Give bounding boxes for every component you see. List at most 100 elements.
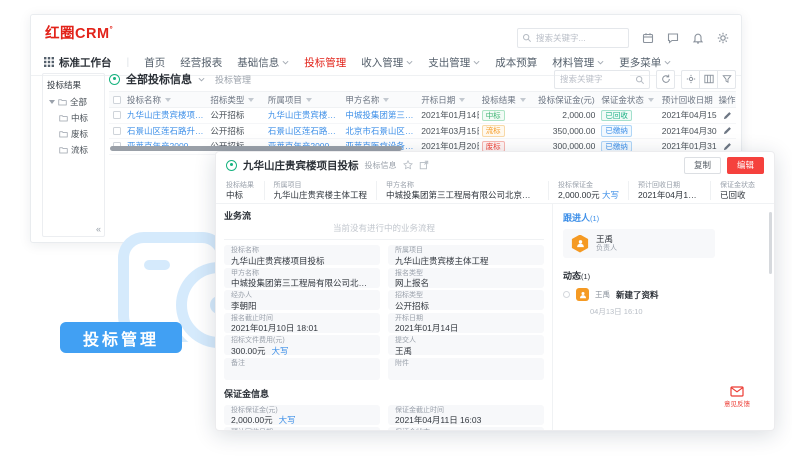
- filter-caret-icon[interactable]: [520, 98, 526, 102]
- sidebar-collapse-button[interactable]: «: [96, 224, 101, 234]
- copy-button[interactable]: 复制: [684, 157, 721, 174]
- feedback-widget[interactable]: 意见反馈: [724, 386, 750, 408]
- filter-caret-icon[interactable]: [165, 98, 171, 102]
- chevron-down-icon: [597, 60, 604, 65]
- select-all-checkbox[interactable]: [113, 96, 121, 104]
- detail-main: 业务流 当前没有进行中的业务流程 投标名称九华山庄贵宾楼项目投标 所属项目九华山…: [216, 204, 552, 430]
- filter-caret-icon[interactable]: [306, 98, 312, 102]
- search-icon: [522, 33, 532, 43]
- field-party: 甲方名称中城投集团第三工程局有限公司北京分公司: [224, 268, 380, 288]
- grid-icon: [44, 57, 54, 67]
- amount-in-words-link[interactable]: 大写: [272, 346, 289, 356]
- workflow-section: 业务流 当前没有进行中的业务流程: [224, 206, 544, 240]
- amount-in-words-link[interactable]: 大写: [602, 190, 619, 200]
- project-link[interactable]: 九华山庄贵宾楼主体工程: [268, 109, 340, 121]
- edit-button[interactable]: 编辑: [727, 157, 764, 174]
- panel-scrollbar[interactable]: [769, 212, 772, 274]
- filter-caret-icon[interactable]: [248, 98, 254, 102]
- open-date: 2021年01月14日: [418, 109, 478, 121]
- field-grid: 投标名称九华山庄贵宾楼项目投标 所属项目九华山庄贵宾楼主体工程 甲方名称中城投集…: [224, 245, 544, 380]
- edit-icon[interactable]: [723, 126, 732, 135]
- filter-icon[interactable]: [717, 70, 736, 89]
- list-toolbar: [554, 70, 736, 89]
- field-signup-type: 报名类型网上报名: [388, 268, 544, 288]
- result-badge: 中标: [482, 110, 505, 122]
- feedback-label: 意见反馈: [724, 398, 750, 408]
- refresh-icon[interactable]: [656, 70, 675, 89]
- bell-icon[interactable]: [692, 32, 704, 44]
- header-actions: [517, 28, 729, 48]
- tree-node-won[interactable]: 中标: [59, 112, 100, 124]
- star-icon[interactable]: [403, 160, 413, 170]
- summary-strip: 投标结果中标 所属项目九华山庄贵宾楼主体工程 甲方名称中城投集团第三工程局有限公…: [216, 178, 774, 204]
- bid-management-tag: 投标管理: [60, 322, 182, 353]
- party-link[interactable]: 北京市石景山区住房和城...: [345, 125, 415, 137]
- col-header-deposit: 投标保证金(元): [538, 94, 595, 106]
- amount-in-words-link[interactable]: 大写: [279, 415, 296, 425]
- col-header-recover-date: 预计回收日期: [662, 94, 713, 106]
- table-settings-group: [681, 70, 736, 89]
- edit-icon[interactable]: [723, 142, 732, 151]
- field-signup-deadline: 报名截止时间2021年01月10日 18:01: [224, 313, 380, 333]
- field-doc-fee: 招标文件费用(元) 300.00元大写: [224, 335, 380, 355]
- activity-entry: 王禹 新建了资料: [563, 288, 764, 301]
- result-badge: 流标: [482, 125, 505, 137]
- settings-gear-icon[interactable]: [681, 70, 700, 89]
- deposit-section-title: 保证金信息: [224, 387, 544, 400]
- workflow-title: 业务流: [224, 209, 251, 222]
- summary-project: 所属项目九华山庄贵宾楼主体工程: [265, 181, 378, 200]
- party-link[interactable]: 中城投集团第三工程局有...: [345, 109, 415, 121]
- deposit-field-grid: 投标保证金(元) 2,000.00元大写 保证金截止时间2021年04月11日 …: [224, 405, 544, 431]
- field-deposit-status: 保证金状态已回收: [388, 427, 544, 430]
- expand-icon[interactable]: [419, 160, 429, 170]
- status-badge: 已缴纳: [601, 125, 632, 137]
- chevron-down-icon[interactable]: [198, 77, 205, 82]
- follower-card[interactable]: 王禹 负责人: [563, 229, 715, 258]
- list-search[interactable]: [554, 70, 650, 89]
- nav-workbench-label: 标准工作台: [59, 55, 112, 70]
- field-project: 所属项目九华山庄贵宾楼主体工程: [388, 245, 544, 265]
- message-icon[interactable]: [667, 32, 679, 44]
- col-header-party: 甲方名称: [345, 94, 379, 106]
- deposit-amount: 2,000.00: [535, 110, 598, 120]
- field-open-date: 开标日期2021年01月14日: [388, 313, 544, 333]
- tree-node-invalid[interactable]: 废标: [59, 128, 100, 140]
- folder-icon: [59, 146, 68, 154]
- row-checkbox[interactable]: [113, 127, 121, 135]
- field-deposit-deadline: 保证金截止时间2021年04月11日 16:03: [388, 405, 544, 425]
- timeline-dot-icon: [563, 291, 570, 298]
- summary-recover-date: 预计回收日期2021年04月15日: [629, 181, 711, 200]
- record-icon: [226, 160, 237, 171]
- row-checkbox[interactable]: [113, 111, 121, 119]
- field-bid-type: 招标类型公开招标: [388, 290, 544, 310]
- breadcrumb: 投标管理: [215, 73, 251, 86]
- field-recover-date: 预计回收日期2021年04月15日: [224, 427, 380, 430]
- recover-date: 2021年04月30日: [659, 125, 718, 137]
- avatar: [571, 235, 589, 253]
- filter-caret-icon[interactable]: [459, 98, 465, 102]
- project-link[interactable]: 石景山区莲石路升改造工程: [268, 125, 340, 137]
- status-badge: 已回收: [601, 110, 632, 122]
- edit-icon[interactable]: [723, 111, 732, 120]
- columns-icon[interactable]: [699, 70, 718, 89]
- follower-name: 王禹: [596, 234, 617, 244]
- folder-icon: [59, 114, 68, 122]
- bid-name-link[interactable]: 石景山区莲石路升改造工程: [127, 125, 204, 137]
- list-title: 全部投标信息: [126, 71, 192, 87]
- folder-icon: [58, 98, 67, 106]
- filter-caret-icon[interactable]: [648, 98, 654, 102]
- global-search-input[interactable]: [536, 29, 626, 47]
- calendar-icon[interactable]: [642, 32, 654, 44]
- filter-caret-icon[interactable]: [383, 98, 389, 102]
- table-row[interactable]: 石景山区莲石路升改造工程 公开招标 石景山区莲石路升改造工程 北京市石景山区住房…: [109, 124, 736, 140]
- global-search[interactable]: [517, 28, 629, 48]
- list-search-input[interactable]: [560, 71, 630, 88]
- tree-node-failed[interactable]: 流标: [59, 144, 100, 156]
- gear-icon[interactable]: [717, 32, 729, 44]
- table-row[interactable]: 九华山庄贵宾楼项目投标 公开招标 九华山庄贵宾楼主体工程 中城投集团第三工程局有…: [109, 108, 736, 124]
- nav-workbench[interactable]: 标准工作台: [44, 55, 112, 70]
- field-bid-name: 投标名称九华山庄贵宾楼项目投标: [224, 245, 380, 265]
- bid-name-link[interactable]: 九华山庄贵宾楼项目投标: [127, 109, 204, 121]
- activity-title: 动态(1): [563, 269, 764, 282]
- tree-node-all[interactable]: 全部: [49, 96, 100, 108]
